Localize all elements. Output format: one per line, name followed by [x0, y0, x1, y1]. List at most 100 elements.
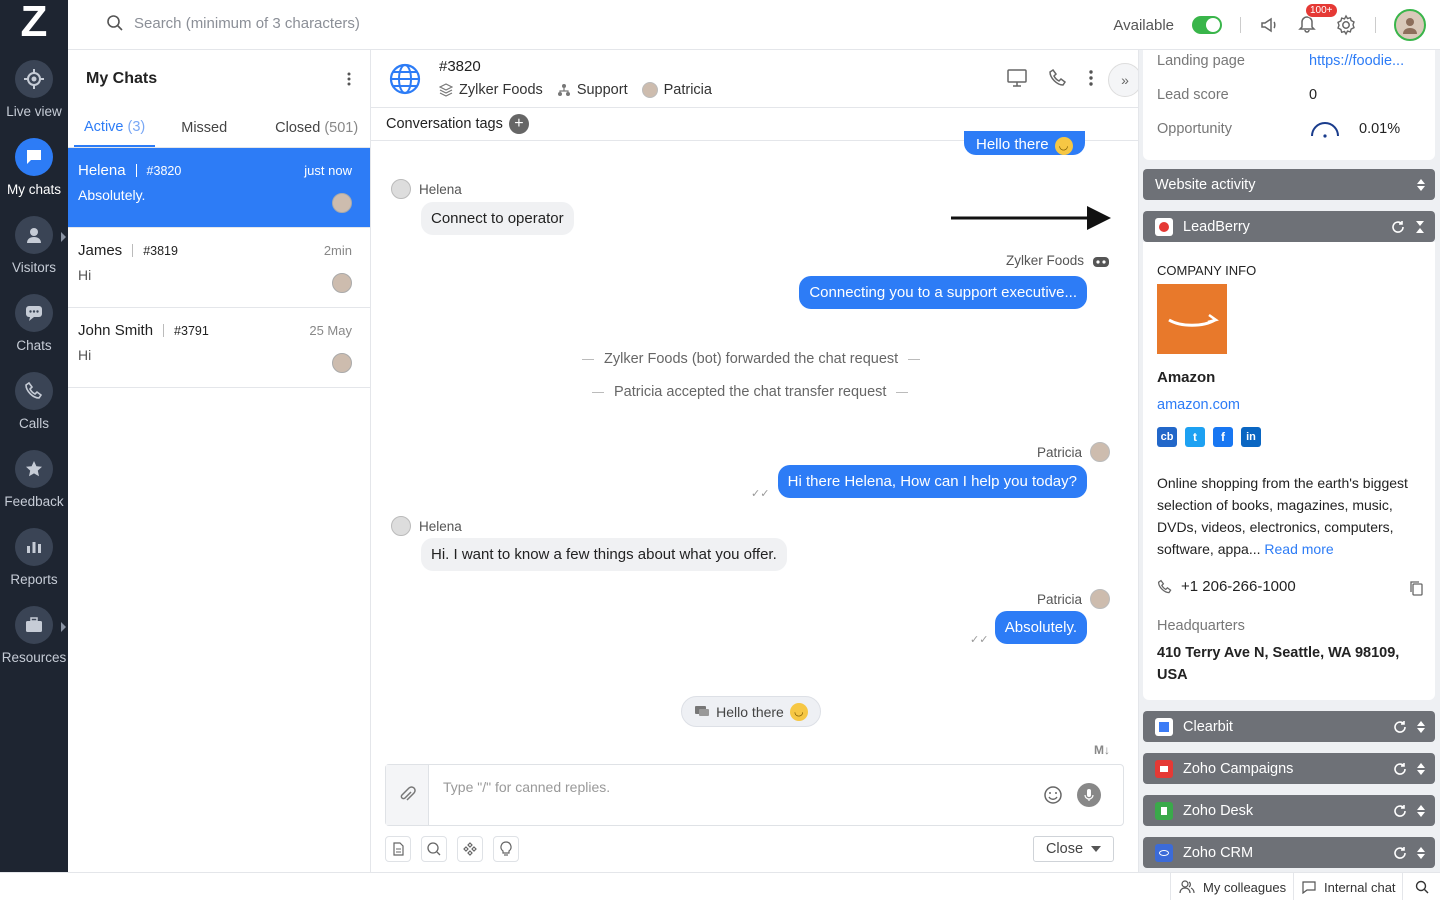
zoho-desk-section[interactable]: Zoho Desk	[1143, 795, 1435, 826]
search-icon	[1415, 880, 1428, 894]
more-vertical-icon[interactable]	[346, 71, 352, 87]
visitor-name: John Smith	[78, 322, 154, 339]
emoji-icon[interactable]	[1043, 785, 1063, 805]
internal-chat-button[interactable]: Internal chat	[1293, 873, 1404, 900]
notifications-button[interactable]: 100+	[1297, 3, 1338, 37]
zoho-campaigns-section[interactable]: Zoho Campaigns	[1143, 753, 1435, 784]
phone-icon[interactable]	[1048, 68, 1068, 88]
refresh-icon[interactable]	[1393, 804, 1407, 818]
section-title: Zoho CRM	[1183, 844, 1254, 861]
opportunity-value: 0.01%	[1359, 121, 1401, 137]
last-message: Absolutely.	[78, 187, 146, 203]
visitor-avatar	[391, 179, 411, 199]
sender-name: Helena	[419, 518, 462, 534]
amazon-smile-icon	[1168, 313, 1219, 327]
tab-count: (3)	[127, 118, 146, 135]
zoho-crm-section[interactable]: Zoho CRM	[1143, 837, 1435, 868]
company-logo	[1157, 284, 1227, 354]
tab-closed[interactable]: Closed (501)	[265, 108, 368, 147]
my-colleagues-button[interactable]: My colleagues	[1170, 873, 1294, 900]
linkedin-icon[interactable]: in	[1241, 427, 1261, 447]
announcement-icon[interactable]	[1259, 15, 1279, 35]
operator-avatar	[332, 353, 352, 373]
copy-icon[interactable]	[1409, 580, 1423, 596]
collapse-panel-button[interactable]: »	[1108, 63, 1142, 97]
message-text: Hello there	[976, 136, 1049, 153]
message-composer	[385, 764, 1124, 826]
nav-resources[interactable]: Resources	[0, 606, 68, 684]
attach-button[interactable]	[386, 765, 429, 825]
nav-live-view[interactable]: Live view	[0, 60, 68, 138]
tools-button[interactable]	[457, 836, 483, 862]
message-input[interactable]	[429, 765, 1043, 825]
refresh-icon[interactable]	[1393, 846, 1407, 860]
nav-label: Feedback	[4, 494, 64, 509]
twitter-icon[interactable]: t	[1185, 427, 1205, 447]
divider	[1240, 17, 1241, 33]
availability-toggle[interactable]	[1192, 16, 1222, 34]
refresh-icon[interactable]	[1393, 762, 1407, 776]
visitor-name: James	[78, 242, 123, 259]
app-logo: Z	[20, 0, 48, 46]
user-avatar[interactable]	[1394, 9, 1426, 41]
message-sender: Helena	[391, 179, 462, 199]
tab-missed[interactable]: Missed	[171, 108, 237, 147]
message-bubble: Hi. I want to know a few things about wh…	[421, 538, 787, 571]
more-vertical-icon[interactable]	[1088, 69, 1094, 87]
lead-score-value: 0	[1309, 87, 1318, 103]
department-name: Support	[576, 82, 628, 98]
search-icon	[107, 15, 123, 31]
company-info-heading: COMPANY INFO	[1157, 263, 1257, 278]
read-receipt-icon: ✓✓	[751, 488, 770, 500]
website-activity-section[interactable]: Website activity	[1143, 169, 1435, 200]
visitor-avatar	[391, 516, 411, 536]
close-label: Close	[1045, 841, 1084, 857]
company-description: Online shopping from the earth's biggest…	[1157, 472, 1425, 560]
nav-reports[interactable]: Reports	[0, 528, 68, 606]
company-phone: +1 206-266-1000	[1157, 578, 1296, 595]
screen-share-icon[interactable]	[1006, 68, 1028, 88]
close-chat-button[interactable]: Close	[1033, 836, 1114, 862]
tab-count: (501)	[324, 119, 359, 136]
system-message: Patricia accepted the chat transfer requ…	[592, 384, 909, 400]
chat-id: #3791	[174, 323, 209, 338]
chat-list-item[interactable]: John Smith #3791 25 May Hi	[68, 308, 370, 388]
add-tag-button[interactable]: +	[508, 114, 529, 134]
suggestions-button[interactable]	[493, 836, 519, 862]
phone-icon	[1157, 579, 1172, 593]
bottom-search-button[interactable]	[1402, 873, 1440, 900]
refresh-icon[interactable]	[1391, 220, 1405, 234]
chat-list-item[interactable]: James #3819 2min Hi	[68, 228, 370, 308]
nav-calls[interactable]: Calls	[0, 372, 68, 450]
markdown-icon[interactable]: M↓	[1094, 743, 1110, 757]
nav-feedback[interactable]: Feedback	[0, 450, 68, 528]
nav-label: Calls	[18, 416, 49, 431]
clearbit-section[interactable]: Clearbit	[1143, 711, 1435, 742]
voice-record-button[interactable]	[1077, 783, 1101, 807]
collapse-icon[interactable]	[1415, 220, 1425, 234]
facebook-icon[interactable]: f	[1213, 427, 1233, 447]
company-url[interactable]: amazon.com	[1157, 397, 1240, 413]
crunchbase-icon[interactable]: cb	[1157, 427, 1177, 447]
nav-visitors[interactable]: Visitors	[0, 216, 68, 294]
landing-page-link[interactable]: https://foodie...	[1309, 53, 1404, 69]
bar-chart-icon	[27, 542, 41, 553]
chat-list-item[interactable]: Helena #3820 just now Absolutely.	[68, 148, 370, 228]
nav-my-chats[interactable]: My chats	[0, 138, 68, 216]
sender-name: Patricia	[1036, 591, 1082, 607]
search-messages-button[interactable]	[421, 836, 447, 862]
nav-chats[interactable]: Chats	[0, 294, 68, 372]
read-more-link[interactable]: Read more	[1264, 541, 1333, 557]
search-input[interactable]	[134, 14, 534, 32]
conversation-panel: #3820 Zylker Foods Support Patricia » Co…	[371, 50, 1142, 872]
tab-active[interactable]: Active (3)	[74, 108, 156, 147]
greeting-pill[interactable]: Hello there ◡	[681, 696, 821, 727]
last-message: Hi	[78, 347, 92, 363]
chat-icon	[27, 150, 41, 164]
company-name: Amazon	[1157, 369, 1216, 386]
visitor-details-card: Landing page https://foodie... Lead scor…	[1143, 50, 1435, 160]
notes-button[interactable]	[385, 836, 411, 862]
leadberry-section[interactable]: LeadBerry	[1143, 211, 1435, 242]
gear-icon[interactable]	[1335, 14, 1357, 36]
refresh-icon[interactable]	[1393, 720, 1407, 734]
